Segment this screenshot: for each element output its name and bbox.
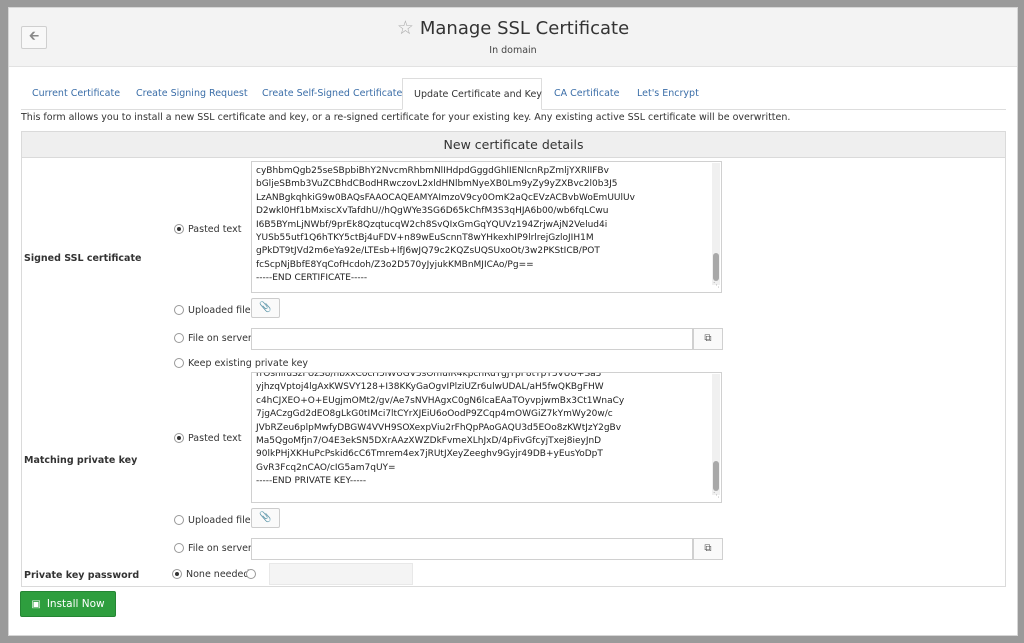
- cert-line: D2wkl0Hf1bMxiscXvTafdhU//hQgWYe3SG6D65kC…: [256, 206, 609, 217]
- page-subtitle: In domain: [489, 45, 537, 56]
- paperclip-icon: 📎: [259, 512, 272, 523]
- password-none-label: None needed: [186, 569, 250, 580]
- tab-update-certificate-and-key[interactable]: Update Certificate and Key: [402, 78, 542, 110]
- key-uploaded-label: Uploaded file: [188, 515, 251, 526]
- copy-icon: ⧉: [704, 333, 712, 344]
- key-line: c4hCJXEO+O+EUgjmOMt2/gv/Ae7sNVHAgxC0gN6l…: [256, 395, 625, 406]
- cert-line: I6B5BYmLjNWbf/9prEk8QzqtucqW2ch8SvQIxGmG…: [256, 219, 608, 230]
- password-label: Private key password: [24, 570, 140, 581]
- cert-uploaded-option[interactable]: Uploaded file: [174, 303, 251, 319]
- section-title: New certificate details: [22, 132, 1005, 158]
- key-line: GvR3Fcq2nCAO/cIG5am7qUY=: [256, 462, 396, 473]
- cert-pasted-option[interactable]: Pasted text: [174, 222, 241, 238]
- key-line: JVbRZeu6plpMwfyDBGW4VVH9SOXexpViu2rFhQpP…: [256, 422, 622, 433]
- paperclip-icon: 📎: [259, 302, 272, 313]
- password-custom-option[interactable]: [246, 567, 260, 583]
- cert-attach-button[interactable]: 📎: [251, 298, 280, 318]
- password-none-option[interactable]: None needed: [172, 567, 249, 583]
- key-server-path-input[interactable]: [251, 538, 693, 560]
- password-custom-radio[interactable]: [246, 568, 256, 579]
- cert-textarea[interactable]: cyBhbmQgb25seSBpbiBhY2NvcmRhbmNlIHdpdGgg…: [251, 161, 722, 293]
- key-pasted-label: Pasted text: [188, 433, 242, 444]
- cert-server-label: File on server: [188, 333, 252, 344]
- cert-line: YUSb55utf1Q6hTKY5ctBj4uFDV+n89wEuScnnT8w…: [256, 233, 594, 244]
- tab-create-self-signed-certificate[interactable]: Create Self-Signed Certificate: [251, 78, 413, 109]
- key-attach-button[interactable]: 📎: [251, 508, 280, 528]
- cert-pasted-radio[interactable]: [174, 223, 184, 234]
- page-header: 🡰 ☆ Manage SSL Certificate In domain: [9, 8, 1017, 67]
- key-server-radio[interactable]: [174, 542, 184, 553]
- key-browse-button[interactable]: ⧉: [693, 538, 723, 560]
- app-window: 🡰 ☆ Manage SSL Certificate In domain Curr…: [8, 7, 1018, 636]
- cert-pasted-label: Pasted text: [188, 224, 242, 235]
- key-server-label: File on server: [188, 543, 252, 554]
- page-title: Manage SSL Certificate: [419, 18, 630, 39]
- cert-uploaded-radio[interactable]: [174, 304, 184, 315]
- cert-server-path-input[interactable]: [251, 328, 693, 350]
- password-input[interactable]: [269, 563, 413, 585]
- key-server-option[interactable]: File on server: [174, 541, 252, 557]
- tab-ca-certificate[interactable]: CA Certificate: [543, 78, 631, 109]
- certificate-details-section: New certificate details Signed SSL certi…: [21, 131, 1006, 587]
- cert-line: LzANBgkqhkiG9w0BAQsFAAOCAQEAMYAImzoV9cy0…: [256, 192, 635, 203]
- cert-line: fcScpNjBbfE8YqCofHcdoh/Z3o2D570yJyjukKMB…: [256, 259, 534, 270]
- resize-grip-icon[interactable]: ⋱: [713, 279, 720, 292]
- form-description: This form allows you to install a new SS…: [21, 112, 791, 123]
- key-keep-label: Keep existing private key: [188, 358, 309, 369]
- key-keep-option[interactable]: Keep existing private key: [174, 356, 308, 372]
- key-pasted-radio[interactable]: [174, 432, 184, 443]
- cert-label: Signed SSL certificate: [24, 253, 142, 264]
- key-line: 7jgACzgGd2dEO8gLkG0tIMci7ltCYrXJEiU6oOod…: [256, 409, 613, 420]
- key-uploaded-radio[interactable]: [174, 514, 184, 525]
- key-line: yjhzqVptoj4lgAxKWSVY128+I38KKyGaOgvIPlzi…: [256, 382, 604, 393]
- key-line: 90lkPHjXKHuPcPskid6cC6Tmrem4ex7jRUtJXeyZ…: [256, 449, 603, 460]
- key-line: Ma5QgoMfjn7/O4E3ekSN5DXrAAzXWZDkFvmeXLhJ…: [256, 436, 602, 447]
- key-line: rrOshifuSzFUzS8/nbxxCocH5lWUGV3sOmuIR4kp…: [256, 372, 602, 379]
- cert-line: -----END CERTIFICATE-----: [256, 273, 368, 284]
- tab-create-signing-request[interactable]: Create Signing Request: [125, 78, 259, 109]
- password-none-radio[interactable]: [172, 568, 182, 579]
- key-label: Matching private key: [24, 455, 138, 466]
- key-line: -----END PRIVATE KEY-----: [256, 476, 367, 487]
- cert-uploaded-label: Uploaded file: [188, 305, 251, 316]
- cube-icon: ▣: [31, 599, 41, 610]
- tab-lets-encrypt[interactable]: Let's Encrypt: [626, 78, 710, 109]
- cert-line: bGljeSBmb3VuZCBhdCBodHRwczovL2xldHNlbmNy…: [256, 179, 618, 190]
- cert-line: gPkDT9tJVd2m6eYa92e/LTEsb+lfJ6wJQ79c2KQZ…: [256, 246, 600, 257]
- cert-line: cyBhbmQgb25seSBpbiBhY2NvcmRhbmNlIHdpdGgg…: [256, 166, 609, 176]
- key-scroll-thumb[interactable]: [713, 461, 719, 491]
- cert-server-option[interactable]: File on server: [174, 331, 252, 347]
- title-wrap: ☆ Manage SSL Certificate: [9, 17, 1017, 41]
- star-icon[interactable]: ☆: [397, 17, 414, 39]
- tab-current-certificate[interactable]: Current Certificate: [21, 78, 131, 109]
- copy-icon: ⧉: [704, 543, 712, 554]
- tab-bar: Current Certificate Create Signing Reque…: [21, 78, 1006, 110]
- cert-scroll-thumb[interactable]: [713, 253, 719, 281]
- cert-server-radio[interactable]: [174, 332, 184, 343]
- cert-browse-button[interactable]: ⧉: [693, 328, 723, 350]
- key-textarea[interactable]: rrOshifuSzFUzS8/nbxxCocH5lWUGV3sOmuIR4kp…: [251, 372, 722, 503]
- resize-grip-icon[interactable]: ⋱: [713, 489, 720, 502]
- key-pasted-option[interactable]: Pasted text: [174, 431, 241, 447]
- install-now-button[interactable]: ▣ Install Now: [20, 591, 116, 617]
- install-now-label: Install Now: [46, 598, 105, 610]
- key-keep-radio[interactable]: [174, 357, 184, 368]
- key-uploaded-option[interactable]: Uploaded file: [174, 513, 251, 529]
